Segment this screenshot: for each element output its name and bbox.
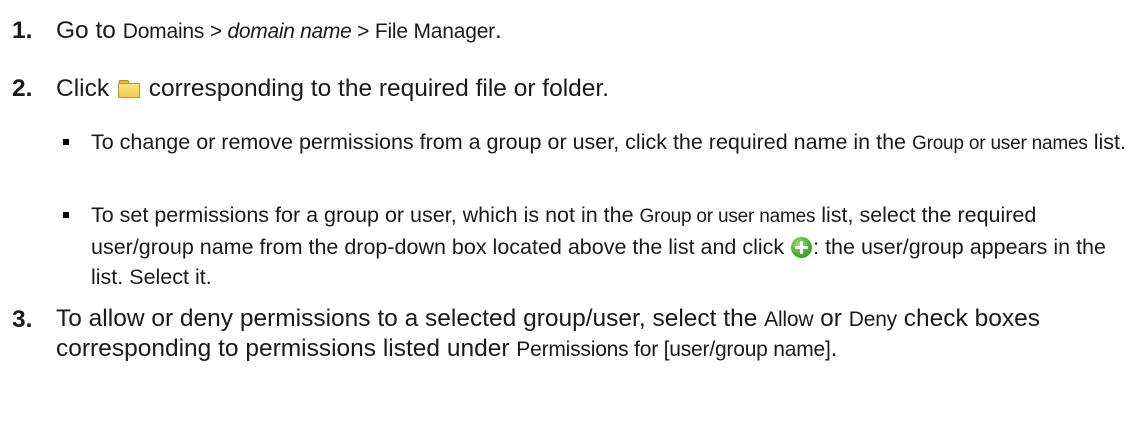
bullet-text-before: To change or remove permissions from a g… [91, 130, 912, 154]
bullet-marker [63, 139, 69, 145]
ui-term-permissions-for: Permissions for [user/group name] [516, 338, 831, 361]
bullet-text: To set permissions for a group or user, … [91, 200, 1136, 292]
step-text-before: To allow or deny permissions to a select… [56, 305, 765, 332]
step-1: 1. Go to Domains > domain name > File Ma… [12, 15, 502, 46]
bullet-text-before: To set permissions for a group or user, … [91, 203, 640, 227]
step-text: To allow or deny permissions to a select… [56, 304, 1136, 364]
step-text-after: . [494, 17, 502, 44]
step-text-after: . [830, 335, 838, 362]
step-number: 3. [12, 306, 33, 333]
step-3: 3. To allow or deny permissions to a sel… [12, 304, 1040, 400]
folder-icon [117, 80, 140, 98]
step-text: Go to Domains > domain name > File Manag… [56, 15, 502, 47]
ui-term-allow: Allow [764, 308, 814, 331]
step-text-mid: or [813, 305, 849, 332]
instruction-document: 1. Go to Domains > domain name > File Ma… [0, 0, 1146, 437]
step-2: 2. Click corresponding to the required f… [12, 73, 609, 104]
bullet-text: To change or remove permissions from a g… [91, 127, 1136, 159]
step-number: 2. [12, 75, 33, 102]
bullet-marker [63, 212, 69, 218]
step-number: 1. [12, 17, 33, 44]
step-text-before: Click [56, 75, 116, 102]
bullet-text-after: list. [1087, 130, 1126, 154]
ui-term-group-or-user-names: Group or user names [911, 133, 1088, 154]
ui-term-group-or-user-names: Group or user names [639, 206, 816, 227]
add-plus-icon [791, 237, 813, 258]
domain-name-placeholder: domain name [227, 20, 352, 43]
step-text-after: corresponding to the required file or fo… [141, 75, 610, 102]
step-text: Click corresponding to the required file… [56, 73, 609, 104]
ui-path-file-manager: > File Manager [351, 20, 495, 43]
ui-term-deny: Deny [848, 308, 897, 331]
step-text-before: Go to [56, 17, 123, 44]
ui-path-domains: Domains > [122, 20, 228, 43]
